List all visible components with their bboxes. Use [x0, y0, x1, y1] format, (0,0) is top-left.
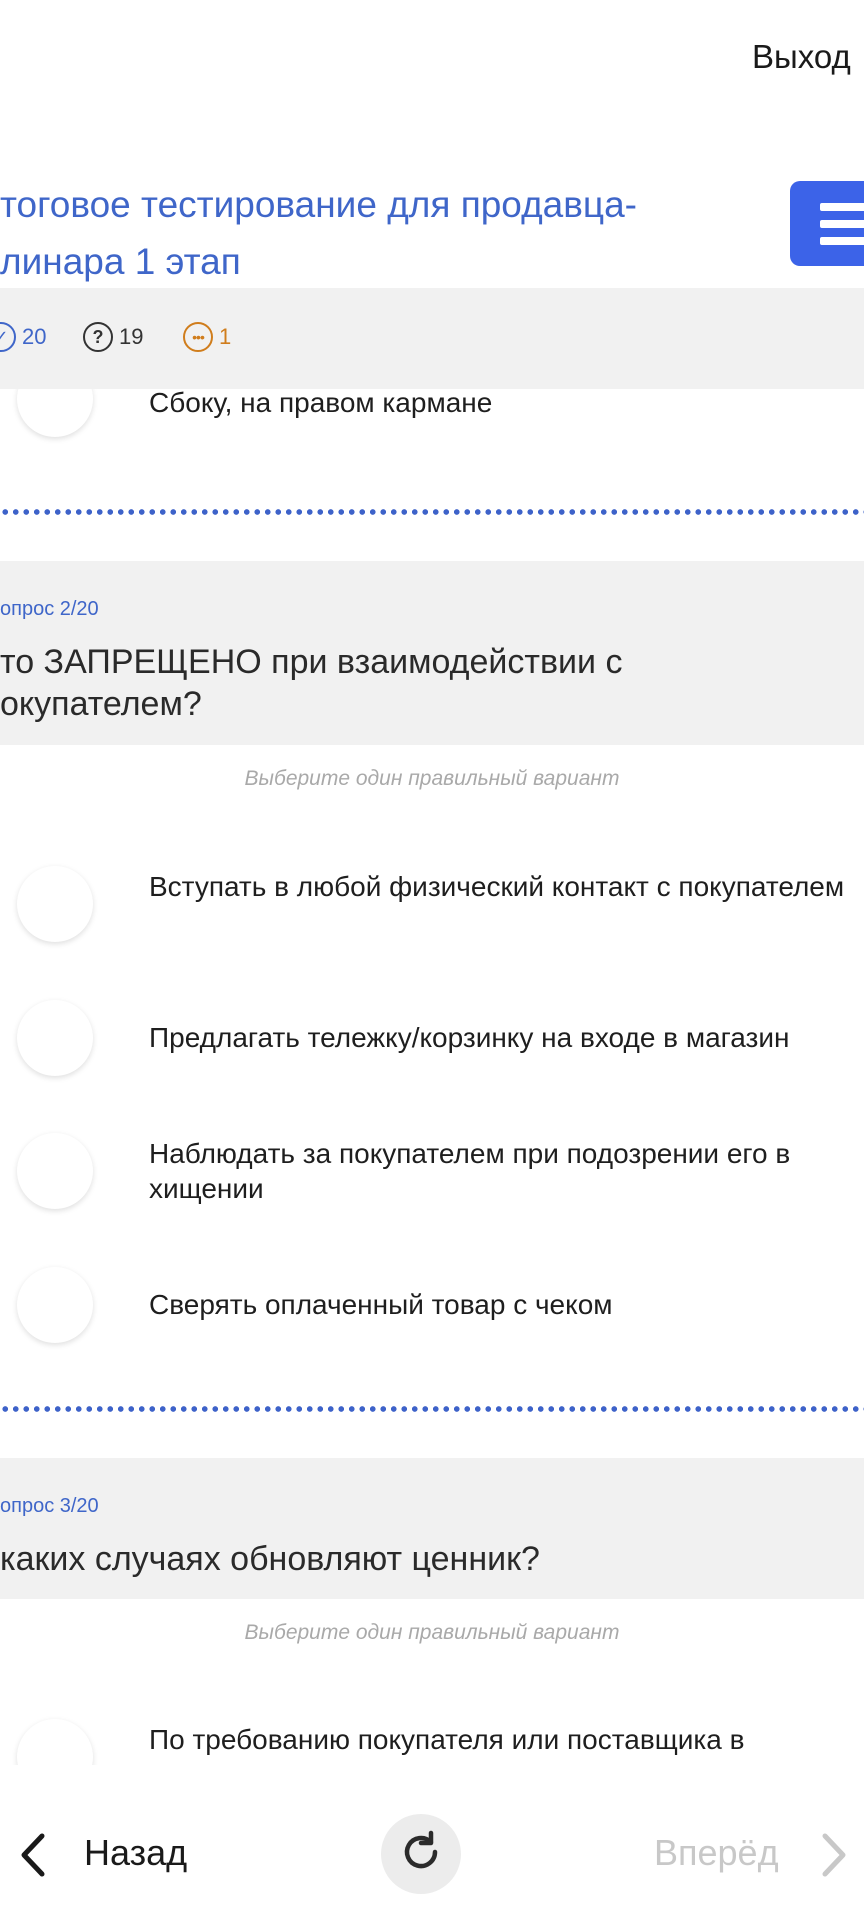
answer-text: Сбоку, на правом кармане — [149, 389, 493, 418]
answer-radio[interactable] — [17, 389, 93, 437]
answered-count: 20 — [22, 324, 47, 349]
question-hint: Выберите один правильный вариант — [244, 1621, 620, 1644]
stat-in-progress: ••• 1 — [183, 322, 231, 352]
answered-icon: ✓ — [0, 322, 16, 352]
answer-text[interactable]: Предлагать тележку/корзинку на входе в м… — [149, 1020, 861, 1055]
answer-text[interactable]: Сверять оплаченный товар с чеком — [149, 1287, 861, 1322]
refresh-button[interactable] — [381, 1814, 461, 1894]
ellipsis-icon: ••• — [183, 322, 213, 352]
stat-unanswered: ? 19 — [83, 322, 143, 352]
question-number: опрос 2/20 — [0, 598, 99, 620]
answer-radio[interactable] — [17, 1133, 93, 1209]
next-button[interactable]: Вперёд — [654, 1832, 779, 1874]
question-divider — [0, 509, 864, 515]
question-header: опрос 3/20 каких случаях обновляют ценни… — [0, 1458, 864, 1599]
question-text: то ЗАПРЕЩЕНО при взаимодействии с окупат… — [0, 643, 623, 723]
question-header: опрос 2/20 то ЗАПРЕЩЕНО при взаимодейств… — [0, 561, 864, 745]
question-text: каких случаях обновляют ценник? — [0, 1540, 540, 1578]
chevron-left-icon[interactable] — [18, 1832, 48, 1883]
in-progress-count: 1 — [219, 324, 232, 349]
stats-bar: ✓ 20 ? 19 ••• 1 — [0, 288, 864, 389]
stat-answered: ✓ 20 — [0, 322, 46, 352]
menu-button[interactable] — [790, 181, 864, 266]
chevron-right-icon[interactable] — [819, 1832, 849, 1883]
question-hint: Выберите один правильный вариант — [244, 767, 620, 790]
question-divider — [0, 1406, 864, 1412]
refresh-icon — [397, 1828, 445, 1881]
unanswered-count: 19 — [119, 324, 144, 349]
question-number: опрос 3/20 — [0, 1495, 99, 1517]
back-button[interactable]: Назад — [84, 1832, 187, 1874]
question-icon: ? — [83, 322, 113, 352]
previous-answer-clip: Сбоку, на правом кармане — [0, 389, 864, 459]
exit-button[interactable]: Выход — [752, 38, 851, 76]
answer-radio[interactable] — [17, 1267, 93, 1343]
test-title: тоговое тестирование для продавца- линар… — [0, 184, 637, 282]
answer-text[interactable]: Вступать в любой физический контакт с по… — [149, 869, 861, 904]
answer-text[interactable]: По требованию покупателя или поставщика … — [149, 1722, 861, 1757]
answer-text[interactable]: Наблюдать за покупателем при подозрении … — [149, 1136, 861, 1206]
answer-radio[interactable] — [17, 1000, 93, 1076]
answer-radio[interactable] — [17, 866, 93, 942]
